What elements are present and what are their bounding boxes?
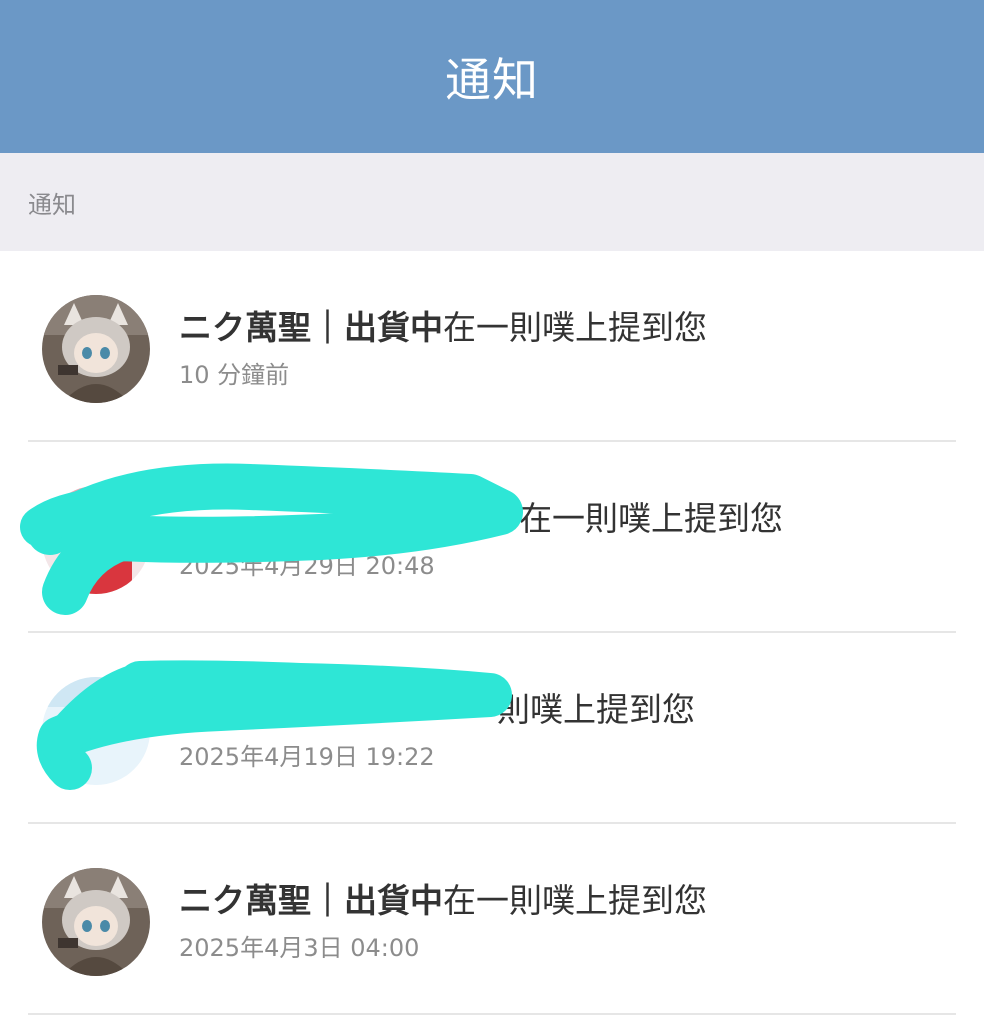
notification-time: 2025年4月19日 19:22 — [179, 743, 435, 771]
notification-item[interactable]: ニク萬聖｜出貨中在一則噗上提到您 10 分鐘前 — [0, 251, 984, 442]
avatar[interactable] — [42, 868, 150, 976]
notification-message: ニク萬聖｜出貨中在一則噗上提到您 — [179, 876, 954, 926]
user-name[interactable]: ニク萬聖｜出貨中 — [179, 308, 443, 347]
notification-text: ニク萬聖｜出貨中在一則噗上提到您 2025年4月3日 04:00 — [179, 876, 954, 968]
notification-item[interactable]: ニク萬聖｜出貨中在一則噗上提到您 2025年4月3日 04:00 — [0, 824, 984, 1015]
notification-message: 則噗上提到您 — [497, 685, 954, 735]
redacted-avatar-icon — [42, 486, 150, 594]
notification-item[interactable]: 在一則噗上提到您 2025年4月29日 20:48 — [0, 442, 984, 633]
avatar[interactable] — [42, 486, 150, 594]
notification-message: ニク萬聖｜出貨中在一則噗上提到您 — [179, 303, 954, 353]
notification-message: 在一則噗上提到您 — [519, 494, 954, 544]
notification-time: 2025年4月29日 20:48 — [179, 552, 435, 580]
notification-text: 則噗上提到您 — [497, 685, 954, 735]
notification-time-wrap: 2025年4月29日 20:48 — [179, 544, 954, 586]
anime-figure-avatar-icon — [42, 295, 150, 403]
mention-text: 在一則噗上提到您 — [443, 881, 707, 920]
notification-time: 10 分鐘前 — [179, 361, 290, 389]
avatar[interactable] — [42, 677, 150, 785]
notification-time-wrap: 2025年4月19日 19:22 — [179, 735, 954, 777]
divider — [28, 1013, 956, 1015]
notification-item[interactable]: 則噗上提到您 2025年4月19日 19:22 — [0, 633, 984, 824]
section-title: 通知 — [28, 190, 76, 219]
anime-figure-avatar-icon — [42, 868, 150, 976]
mention-text: 在一則噗上提到您 — [519, 499, 783, 538]
mention-text: 則噗上提到您 — [497, 690, 695, 729]
notification-text: 在一則噗上提到您 — [519, 494, 954, 544]
notification-text: ニク萬聖｜出貨中在一則噗上提到您 10 分鐘前 — [179, 303, 954, 395]
avatar[interactable] — [42, 295, 150, 403]
page-title: 通知 — [445, 52, 539, 107]
section-header: 通知 — [0, 153, 984, 251]
mention-text: 在一則噗上提到您 — [443, 308, 707, 347]
redacted-avatar-icon — [42, 677, 150, 785]
notification-time: 2025年4月3日 04:00 — [179, 934, 420, 962]
app-bar: 通知 — [0, 0, 984, 153]
notification-list: ニク萬聖｜出貨中在一則噗上提到您 10 分鐘前 在一則噗上提到您 2025年4月… — [0, 251, 984, 1015]
user-name[interactable]: ニク萬聖｜出貨中 — [179, 881, 443, 920]
